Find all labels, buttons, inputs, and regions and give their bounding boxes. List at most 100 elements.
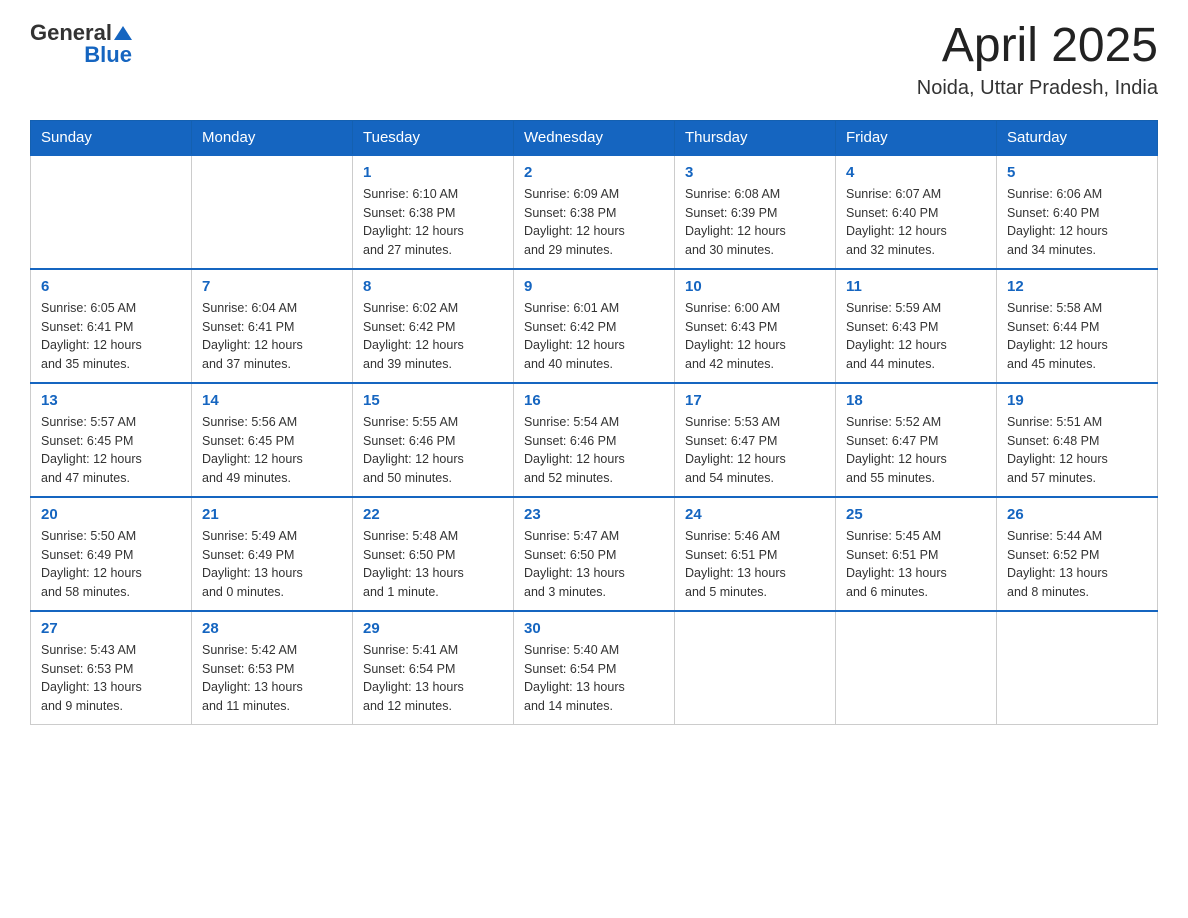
calendar-cell: 18 Sunrise: 5:52 AMSunset: 6:47 PMDayligh… [836,383,997,497]
day-info: Sunrise: 5:40 AMSunset: 6:54 PMDaylight:… [524,641,664,716]
day-info: Sunrise: 6:01 AMSunset: 6:42 PMDaylight:… [524,299,664,374]
day-info: Sunrise: 6:04 AMSunset: 6:41 PMDaylight:… [202,299,342,374]
day-number: 23 [524,506,664,523]
day-info: Sunrise: 5:57 AMSunset: 6:45 PMDaylight:… [41,413,181,488]
calendar-header-thursday: Thursday [675,120,836,155]
day-info: Sunrise: 5:48 AMSunset: 6:50 PMDaylight:… [363,527,503,602]
day-number: 19 [1007,392,1147,409]
calendar-cell [31,155,192,269]
week-row-4: 27 Sunrise: 5:43 AMSunset: 6:53 PMDayligh… [31,611,1158,725]
calendar-cell: 23Sunrise: 5:47 AMSunset: 6:50 PMDayligh… [514,497,675,611]
logo-text-blue: Blue [84,42,132,68]
calendar-cell: 14 Sunrise: 5:56 AMSunset: 6:45 PMDayligh… [192,383,353,497]
day-info: Sunrise: 5:50 AMSunset: 6:49 PMDaylight:… [41,527,181,602]
calendar-header-monday: Monday [192,120,353,155]
calendar-cell [675,611,836,725]
day-info: Sunrise: 5:46 AMSunset: 6:51 PMDaylight:… [685,527,825,602]
day-info: Sunrise: 5:59 AMSunset: 6:43 PMDaylight:… [846,299,986,374]
day-number: 8 [363,278,503,295]
day-info: Sunrise: 5:53 AMSunset: 6:47 PMDaylight:… [685,413,825,488]
day-info: Sunrise: 5:55 AMSunset: 6:46 PMDaylight:… [363,413,503,488]
calendar-cell: 21Sunrise: 5:49 AMSunset: 6:49 PMDayligh… [192,497,353,611]
day-info: Sunrise: 5:58 AMSunset: 6:44 PMDaylight:… [1007,299,1147,374]
calendar-header-wednesday: Wednesday [514,120,675,155]
calendar-cell: 25 Sunrise: 5:45 AMSunset: 6:51 PMDayligh… [836,497,997,611]
logo: General Blue [30,20,132,68]
calendar-cell: 22Sunrise: 5:48 AMSunset: 6:50 PMDayligh… [353,497,514,611]
page-header: General Blue April 2025 Noida, Uttar Pra… [30,20,1158,100]
day-number: 7 [202,278,342,295]
calendar-header-tuesday: Tuesday [353,120,514,155]
day-info: Sunrise: 5:44 AMSunset: 6:52 PMDaylight:… [1007,527,1147,602]
day-number: 20 [41,506,181,523]
calendar-cell: 12 Sunrise: 5:58 AMSunset: 6:44 PMDayligh… [997,269,1158,383]
calendar-cell: 8 Sunrise: 6:02 AMSunset: 6:42 PMDaylight… [353,269,514,383]
week-row-0: 1 Sunrise: 6:10 AMSunset: 6:38 PMDaylight… [31,155,1158,269]
week-row-3: 20 Sunrise: 5:50 AMSunset: 6:49 PMDayligh… [31,497,1158,611]
day-number: 6 [41,278,181,295]
calendar-cell: 20 Sunrise: 5:50 AMSunset: 6:49 PMDayligh… [31,497,192,611]
day-number: 27 [41,620,181,637]
day-number: 28 [202,620,342,637]
calendar-cell: 4 Sunrise: 6:07 AMSunset: 6:40 PMDaylight… [836,155,997,269]
day-info: Sunrise: 6:00 AMSunset: 6:43 PMDaylight:… [685,299,825,374]
calendar-cell: 9 Sunrise: 6:01 AMSunset: 6:42 PMDaylight… [514,269,675,383]
day-number: 12 [1007,278,1147,295]
day-info: Sunrise: 6:08 AMSunset: 6:39 PMDaylight:… [685,185,825,260]
day-number: 18 [846,392,986,409]
day-info: Sunrise: 5:42 AMSunset: 6:53 PMDaylight:… [202,641,342,716]
calendar-cell [836,611,997,725]
calendar-cell: 10 Sunrise: 6:00 AMSunset: 6:43 PMDayligh… [675,269,836,383]
calendar-cell: 7 Sunrise: 6:04 AMSunset: 6:41 PMDaylight… [192,269,353,383]
day-number: 9 [524,278,664,295]
day-number: 17 [685,392,825,409]
day-number: 11 [846,278,986,295]
day-number: 30 [524,620,664,637]
day-number: 15 [363,392,503,409]
calendar-cell: 11 Sunrise: 5:59 AMSunset: 6:43 PMDayligh… [836,269,997,383]
day-number: 1 [363,164,503,181]
calendar-cell: 29 Sunrise: 5:41 AMSunset: 6:54 PMDayligh… [353,611,514,725]
day-info: Sunrise: 6:07 AMSunset: 6:40 PMDaylight:… [846,185,986,260]
day-info: Sunrise: 6:06 AMSunset: 6:40 PMDaylight:… [1007,185,1147,260]
calendar-table: SundayMondayTuesdayWednesdayThursdayFrid… [30,120,1158,725]
day-number: 29 [363,620,503,637]
day-number: 3 [685,164,825,181]
day-number: 13 [41,392,181,409]
day-number: 16 [524,392,664,409]
calendar-cell: 26 Sunrise: 5:44 AMSunset: 6:52 PMDayligh… [997,497,1158,611]
calendar-cell: 16Sunrise: 5:54 AMSunset: 6:46 PMDayligh… [514,383,675,497]
logo-triangle-up [114,26,132,40]
calendar-cell: 6 Sunrise: 6:05 AMSunset: 6:41 PMDaylight… [31,269,192,383]
day-info: Sunrise: 5:52 AMSunset: 6:47 PMDaylight:… [846,413,986,488]
calendar-cell [997,611,1158,725]
day-number: 25 [846,506,986,523]
day-info: Sunrise: 6:02 AMSunset: 6:42 PMDaylight:… [363,299,503,374]
calendar-cell: 17 Sunrise: 5:53 AMSunset: 6:47 PMDayligh… [675,383,836,497]
calendar-cell: 27 Sunrise: 5:43 AMSunset: 6:53 PMDayligh… [31,611,192,725]
calendar-header-friday: Friday [836,120,997,155]
day-number: 4 [846,164,986,181]
title-area: April 2025 Noida, Uttar Pradesh, India [917,20,1158,100]
day-number: 2 [524,164,664,181]
calendar-header-sunday: Sunday [31,120,192,155]
day-info: Sunrise: 6:05 AMSunset: 6:41 PMDaylight:… [41,299,181,374]
day-number: 26 [1007,506,1147,523]
calendar-cell [192,155,353,269]
day-info: Sunrise: 5:56 AMSunset: 6:45 PMDaylight:… [202,413,342,488]
day-info: Sunrise: 5:45 AMSunset: 6:51 PMDaylight:… [846,527,986,602]
day-number: 14 [202,392,342,409]
week-row-1: 6 Sunrise: 6:05 AMSunset: 6:41 PMDaylight… [31,269,1158,383]
week-row-2: 13 Sunrise: 5:57 AMSunset: 6:45 PMDayligh… [31,383,1158,497]
day-number: 10 [685,278,825,295]
calendar-header-row: SundayMondayTuesdayWednesdayThursdayFrid… [31,120,1158,155]
calendar-header-saturday: Saturday [997,120,1158,155]
main-title: April 2025 [917,20,1158,73]
day-info: Sunrise: 5:41 AMSunset: 6:54 PMDaylight:… [363,641,503,716]
day-number: 21 [202,506,342,523]
day-number: 5 [1007,164,1147,181]
day-info: Sunrise: 6:09 AMSunset: 6:38 PMDaylight:… [524,185,664,260]
day-info: Sunrise: 5:43 AMSunset: 6:53 PMDaylight:… [41,641,181,716]
day-info: Sunrise: 6:10 AMSunset: 6:38 PMDaylight:… [363,185,503,260]
calendar-cell: 3 Sunrise: 6:08 AMSunset: 6:39 PMDaylight… [675,155,836,269]
